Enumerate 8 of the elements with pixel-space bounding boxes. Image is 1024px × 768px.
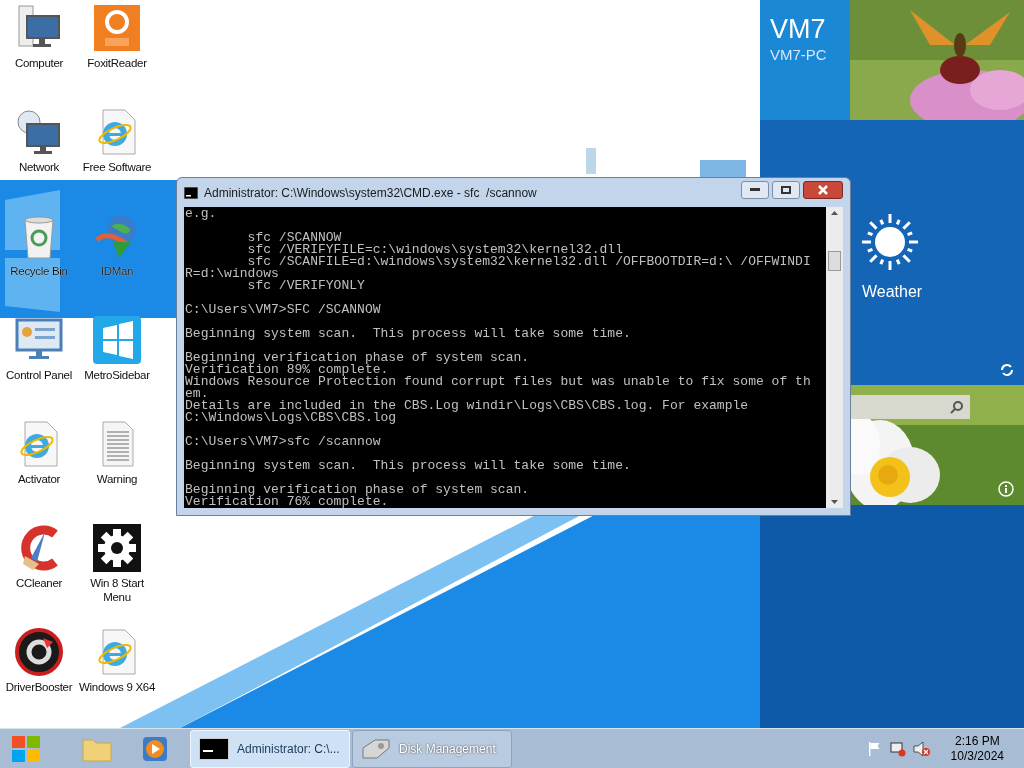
taskbar-button[interactable]: Administrator: C:\... — [190, 729, 350, 768]
network-icon[interactable] — [888, 740, 907, 757]
console-icon — [199, 737, 229, 760]
muted-speaker-icon[interactable] — [912, 740, 931, 757]
clock-date[interactable]: 10/3/2024 — [950, 748, 1004, 764]
play-icon[interactable] — [142, 735, 168, 762]
clock-time[interactable]: 2:16 PM — [954, 733, 1000, 749]
disk-drive-icon — [361, 737, 391, 760]
